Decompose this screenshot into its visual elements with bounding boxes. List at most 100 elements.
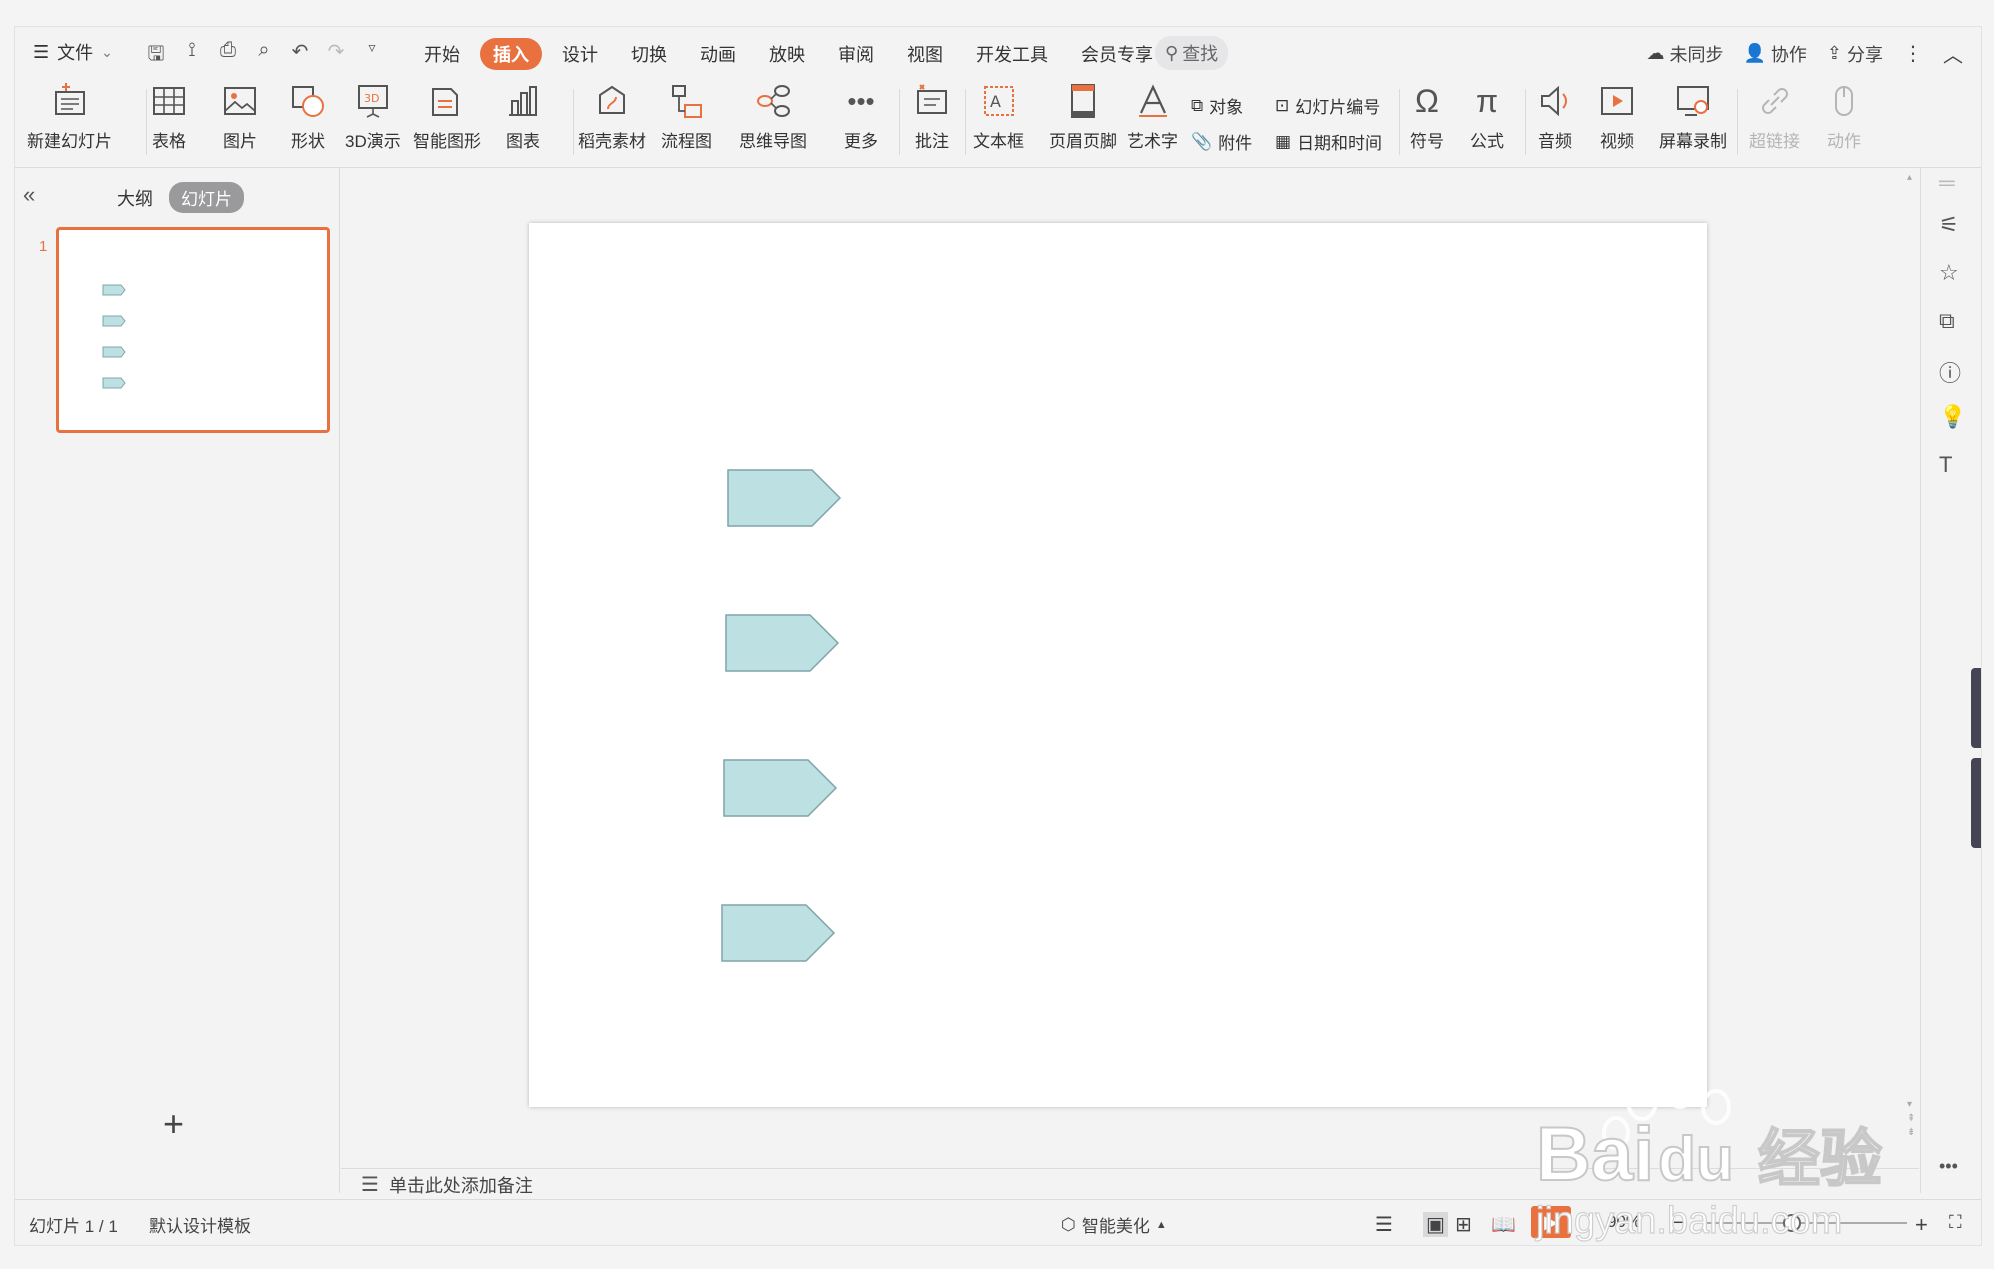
redo-icon[interactable]: ↷ [325,39,347,73]
slide-number-button[interactable]: ⊡ 幻灯片编号 [1275,93,1380,118]
play-slideshow-button[interactable]: ▶ [1531,1206,1571,1238]
save-icon[interactable]: 🖫 [145,39,167,73]
tab-member[interactable]: 会员专享 [1068,38,1166,70]
normal-view-icon[interactable]: ▣ [1423,1212,1448,1237]
settings-sliders-icon[interactable]: ⚟ [1939,212,1959,238]
smartart-button[interactable]: 智能图形 [413,83,481,152]
pentagon-arrow-3[interactable] [723,759,838,817]
3d-demo-button[interactable]: 3D 3D演示 [345,83,401,152]
hyperlink-label: 超链接 [1749,132,1800,151]
hyperlink-button[interactable]: 超链接 [1749,83,1800,152]
reading-view-icon[interactable]: 📖 [1491,1212,1516,1237]
right-sidebar: ═ ⚟ ☆ ⧉ ⓘ 💡 T ••• [1920,168,1981,1193]
slide-thumbnail[interactable] [56,227,330,433]
pentagon-arrow-4[interactable] [721,904,836,962]
ribbon-divider [573,89,574,155]
add-slide-button[interactable]: + [163,1103,184,1145]
comment-button[interactable]: 批注 [914,83,950,152]
star-icon[interactable]: ☆ [1939,260,1959,286]
more-button[interactable]: ••• 更多 [843,83,879,152]
tab-home[interactable]: 开始 [411,38,473,70]
calendar-icon: ▦ [1275,131,1292,151]
vertical-scrollbar[interactable]: ▴ ▾ ⇞ ⇟ [1903,168,1917,1158]
sync-status-button[interactable]: ☁ 未同步 [1646,41,1723,67]
tab-animation[interactable]: 动画 [687,38,749,70]
print-icon[interactable]: ⎙ [217,39,239,73]
flowchart-button[interactable]: 流程图 [661,83,712,152]
customize-icon[interactable]: ▿ [361,39,383,73]
collapse-panel-icon[interactable]: « [23,182,35,208]
file-menu[interactable]: ☰ 文件 ⌄ [33,39,113,65]
copy-icon[interactable]: ⧉ [1939,308,1955,334]
header-footer-button[interactable]: 页眉页脚 [1049,83,1117,152]
shape-button[interactable]: 形状 [290,83,326,152]
format-painter-icon[interactable]: ⟟ [181,39,203,73]
formula-button[interactable]: π 公式 [1469,83,1505,152]
new-slide-button[interactable]: 新建幻灯片 [27,83,112,152]
tab-slideshow[interactable]: 放映 [756,38,818,70]
more-vertical-icon[interactable]: ⋮ [1903,41,1923,66]
notes-icon: ☰ [361,1174,379,1196]
print-preview-icon[interactable]: ⌕ [253,39,275,73]
table-button[interactable]: 表格 [151,83,187,152]
template-name[interactable]: 默认设计模板 [149,1212,251,1237]
material-label: 稻壳素材 [578,132,646,151]
textbox-button[interactable]: A 文本框 [973,83,1024,152]
tab-outline[interactable]: 大纲 [117,185,153,211]
mindmap-button[interactable]: 思维导图 [739,83,807,152]
smartart-label: 智能图形 [413,132,481,151]
wordart-button[interactable]: 艺术字 [1127,83,1178,152]
notes-toggle-icon[interactable]: ☰ [1375,1212,1393,1237]
symbol-button[interactable]: Ω 符号 [1409,83,1445,152]
zoom-slider[interactable] [1707,1214,1907,1232]
zoom-out-icon[interactable]: − [1673,1212,1685,1235]
tab-insert[interactable]: 插入 [480,38,542,70]
scroll-down-icon[interactable]: ▾ ⇞ ⇟ [1907,1098,1915,1140]
help-icon[interactable]: ⓘ [1939,356,1961,388]
pentagon-arrow-1[interactable] [727,469,842,527]
video-button[interactable]: 视频 [1599,83,1635,152]
picture-button[interactable]: 图片 [222,83,258,152]
tab-design[interactable]: 设计 [549,38,611,70]
material-button[interactable]: 稻壳素材 [578,83,646,152]
tab-slides[interactable]: 幻灯片 [169,182,244,213]
tab-transitions[interactable]: 切换 [618,38,680,70]
panel-tabs: « 大纲 幻灯片 [15,180,339,213]
collapse-ribbon-icon[interactable]: ︿ [1943,39,1963,68]
zoom-level[interactable]: 90% [1607,1212,1641,1232]
tab-review[interactable]: 审阅 [825,38,887,70]
share-button[interactable]: ⇪ 分享 [1827,41,1883,67]
pentagon-arrow-2[interactable] [725,614,840,672]
shape-icon [292,86,324,117]
search-box[interactable]: ⚲ 查找 [1155,36,1229,70]
attachment-button[interactable]: 📎 附件 [1191,129,1252,154]
slide-content [721,469,842,962]
sorter-view-icon[interactable]: ⊞ [1455,1212,1472,1237]
zoom-slider-thumb[interactable] [1783,1214,1801,1232]
undo-icon[interactable]: ↶ [289,39,311,73]
text-icon[interactable]: T [1939,452,1952,478]
zoom-in-icon[interactable]: + [1915,1212,1928,1238]
side-widget-tab[interactable] [1971,758,1981,848]
tab-view[interactable]: 视图 [894,38,956,70]
fit-window-icon[interactable]: ⛶ [1949,1212,1962,1233]
share-icon: ⇪ [1826,43,1842,63]
tab-developer[interactable]: 开发工具 [963,38,1061,70]
slide-canvas[interactable] [529,223,1707,1107]
object-button[interactable]: ⧉ 对象 [1191,93,1243,118]
screen-record-button[interactable]: 屏幕录制 [1659,83,1727,152]
scroll-up-icon[interactable]: ▴ [1907,172,1912,183]
mindmap-label: 思维导图 [739,132,807,151]
collaborate-button[interactable]: 👤 协作 [1743,41,1806,67]
lightbulb-icon[interactable]: 💡 [1939,404,1966,430]
more-horizontal-icon[interactable]: ••• [1939,1156,1958,1177]
ribbon-divider [146,89,147,155]
notes-area[interactable]: ☰ 单击此处添加备注 [341,1168,1919,1200]
3d-icon: 3D [357,85,388,118]
side-widget-tab[interactable] [1971,668,1981,748]
action-button[interactable]: 动作 [1826,83,1862,152]
date-time-button[interactable]: ▦ 日期和时间 [1275,129,1382,154]
chart-button[interactable]: 图表 [505,83,541,152]
audio-button[interactable]: 音频 [1537,83,1573,152]
smart-beautify-button[interactable]: ⬡ 智能美化 ▲ [1061,1212,1167,1237]
